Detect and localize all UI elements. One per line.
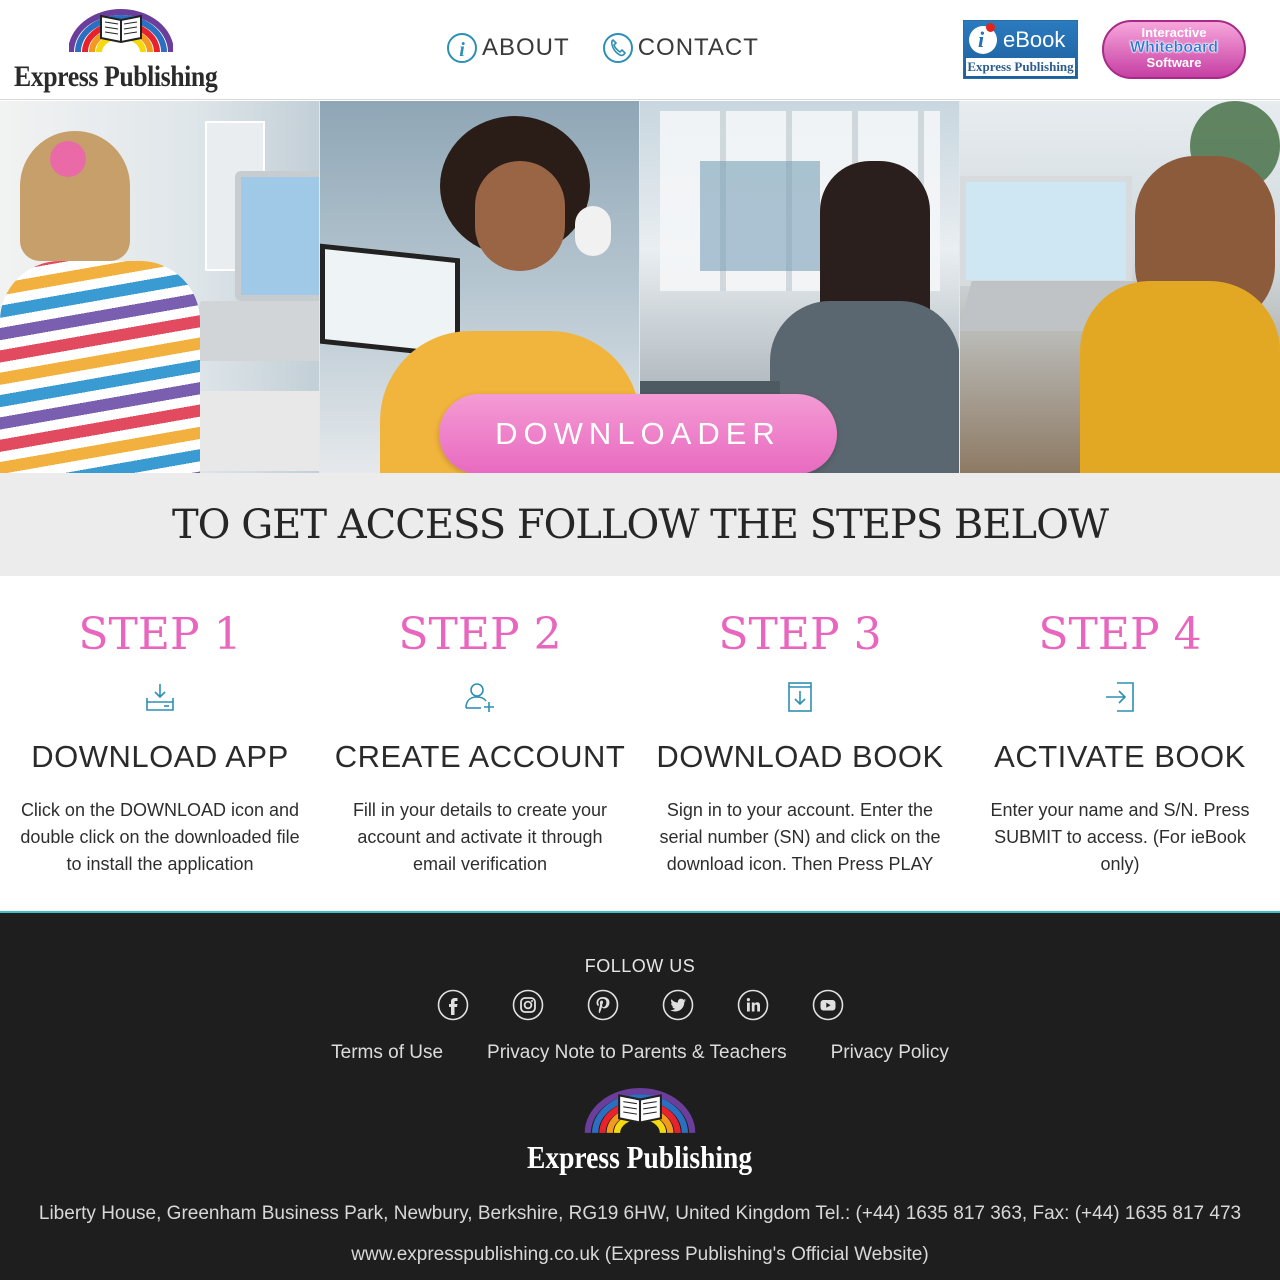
linkedin-icon[interactable]: [737, 989, 769, 1021]
nav-contact-label: CONTACT: [637, 34, 759, 61]
footer-logo[interactable]: Express Publishing: [527, 1087, 757, 1179]
download-tray-icon[interactable]: [143, 680, 177, 714]
step-description: Click on the DOWNLOAD icon and double cl…: [20, 800, 300, 874]
step-title: CREATE ACCOUNT: [334, 739, 626, 774]
iebook-badge-publisher: Express Publishing: [966, 58, 1075, 76]
site-footer: FOLLOW US Terms of Use Privacy Note to P…: [0, 911, 1280, 1280]
step-title: DOWNLOAD APP: [31, 739, 289, 774]
step-2: STEP 2 CREATE ACCOUNT Fill in your detai…: [320, 576, 640, 912]
phone-icon: [602, 33, 633, 63]
iebook-badge[interactable]: eBook Express Publishing: [963, 20, 1078, 79]
step-1: STEP 1 DOWNLOAD APP Click on the DOWNLOA…: [0, 576, 320, 912]
logo-text: Express Publishing: [14, 60, 218, 93]
sign-in-icon[interactable]: [1103, 680, 1137, 714]
iwb-line1: Interactive: [1141, 25, 1207, 40]
official-website-link[interactable]: www.expresspublishing.co.uk (Express Pub…: [0, 1244, 1280, 1266]
step-description: Fill in your details to create your acco…: [352, 800, 608, 874]
step-number: STEP 4: [1038, 609, 1202, 660]
follow-us-label: FOLLOW US: [584, 956, 696, 976]
privacy-policy-link[interactable]: Privacy Policy: [831, 1042, 949, 1064]
svg-text:i: i: [459, 39, 465, 61]
iebook-badge-label: eBook: [1003, 27, 1066, 52]
express-publishing-logo[interactable]: Express Publishing: [14, 8, 230, 94]
iwb-line2: Whiteboard: [1130, 39, 1218, 56]
downloader-button[interactable]: DOWNLOADER: [439, 394, 837, 474]
add-user-icon[interactable]: [463, 680, 497, 714]
step-3: STEP 3 DOWNLOAD BOOK Sign in to your acc…: [640, 576, 960, 912]
twitter-icon[interactable]: [662, 989, 694, 1021]
steps-title-band: TO GET ACCESS FOLLOW THE STEPS BELOW: [0, 473, 1280, 576]
iebook-logo-icon: [969, 23, 997, 54]
footer-links: Terms of Use Privacy Note to Parents & T…: [0, 1042, 1280, 1064]
privacy-note-link[interactable]: Privacy Note to Parents & Teachers: [487, 1042, 787, 1064]
hero-banner: DOWNLOADER: [0, 101, 1280, 474]
nav-about[interactable]: i ABOUT: [446, 32, 570, 64]
social-links: [437, 989, 887, 1021]
step-number: STEP 1: [78, 609, 242, 660]
main-nav: i ABOUT CONTACT: [446, 32, 791, 64]
step-number: STEP 2: [398, 609, 562, 660]
pinterest-icon[interactable]: [587, 989, 619, 1021]
steps-title: TO GET ACCESS FOLLOW THE STEPS BELOW: [172, 501, 1109, 548]
step-number: STEP 3: [718, 609, 882, 660]
step-title: DOWNLOAD BOOK: [656, 739, 944, 774]
footer-logo-text: Express Publishing: [527, 1139, 753, 1175]
hero-photo-girl-laptop: [0, 101, 320, 473]
rainbow-book-icon: [69, 9, 173, 53]
step-description: Enter your name and S/N. Press SUBMIT to…: [990, 800, 1250, 874]
step-4: STEP 4 ACTIVATE BOOK Enter your name and…: [960, 576, 1280, 912]
youtube-icon[interactable]: [812, 989, 844, 1021]
instagram-icon[interactable]: [512, 989, 544, 1021]
site-header: Express Publishing i ABOUT CONTACT eBook…: [0, 0, 1280, 100]
download-book-icon[interactable]: [783, 680, 817, 714]
terms-of-use-link[interactable]: Terms of Use: [331, 1042, 443, 1064]
company-address: Liberty House, Greenham Business Park, N…: [38, 1203, 1242, 1224]
steps-section: STEP 1 DOWNLOAD APP Click on the DOWNLOA…: [0, 576, 1280, 912]
nav-about-label: ABOUT: [482, 34, 570, 61]
nav-contact[interactable]: CONTACT: [602, 32, 759, 64]
step-title: ACTIVATE BOOK: [994, 739, 1246, 774]
hero-photo-boy-laptop: [960, 101, 1280, 473]
info-icon: i: [447, 33, 477, 63]
iwb-line3: Software: [1146, 55, 1202, 70]
rainbow-book-icon: [584, 1088, 696, 1134]
interactive-whiteboard-badge[interactable]: Interactive Whiteboard Software: [1102, 20, 1246, 79]
downloader-button-label: DOWNLOADER: [495, 416, 781, 451]
facebook-icon[interactable]: [437, 989, 469, 1021]
step-description: Sign in to your account. Enter the seria…: [659, 800, 941, 874]
